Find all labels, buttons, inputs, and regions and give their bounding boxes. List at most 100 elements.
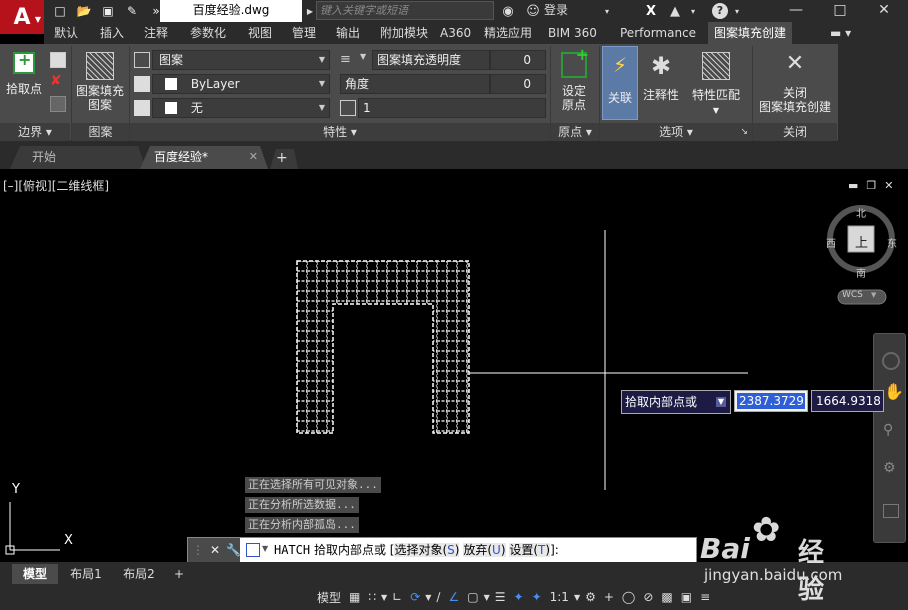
recent-commands-icon[interactable] xyxy=(246,543,260,557)
save-icon[interactable]: ▣ xyxy=(98,1,118,21)
option-select-objects[interactable]: 选择对象(S) xyxy=(394,543,460,557)
recreate-boundary-icon[interactable] xyxy=(50,96,66,112)
clean-screen-icon[interactable]: ▣ xyxy=(677,586,696,608)
annotation-monitor-icon[interactable]: + xyxy=(600,586,618,608)
maximize-button[interactable]: □ xyxy=(818,0,862,22)
object-snap-chevron-icon[interactable]: ▼ xyxy=(483,586,491,608)
set-origin-button[interactable]: + 设定 原点 xyxy=(554,47,594,112)
exchange-icon[interactable]: X xyxy=(640,0,662,22)
customize-wrench-icon[interactable]: 🔧 xyxy=(226,543,241,557)
doc-arrow-icon[interactable]: ▶ xyxy=(304,0,316,22)
layers-icon[interactable]: ≡ xyxy=(340,52,356,68)
snap-icon[interactable]: ∷ xyxy=(364,586,380,608)
orbit-icon[interactable]: ⚙ xyxy=(883,460,896,476)
viewport-restore-icon[interactable]: ❐ xyxy=(866,179,876,192)
select-boundary-icon[interactable] xyxy=(50,52,66,68)
workspace-gear-icon[interactable]: ⚙ xyxy=(581,586,600,608)
ribbon-tab[interactable]: 视图 xyxy=(242,22,278,44)
command-line[interactable]: ⋮ ✕ 🔧 ▼ HATCH 拾取内部点或 [选择对象(S) 放弃(U) 设置(T… xyxy=(187,537,697,563)
ribbon-tab[interactable]: 插入 xyxy=(94,22,130,44)
help-icon[interactable]: ? xyxy=(710,0,730,22)
ribbon-tab[interactable]: Performance xyxy=(614,22,702,44)
auto-scale-icon[interactable]: ✦ xyxy=(528,586,546,608)
application-menu-button[interactable]: A ▼ xyxy=(0,0,44,34)
pan-icon[interactable]: ✋ xyxy=(884,382,904,401)
units-icon[interactable]: ◯ xyxy=(618,586,639,608)
tab-layout1[interactable]: 布局1 xyxy=(60,564,112,584)
login-chevron-icon[interactable]: ▾ xyxy=(602,0,612,22)
minimize-button[interactable]: — xyxy=(774,0,818,22)
isolate-objects-icon[interactable]: ⊘ xyxy=(639,586,657,608)
annotation-scale[interactable]: 1:1 xyxy=(546,586,573,608)
hatch-color-dropdown[interactable]: ByLayer ▼ xyxy=(152,74,330,94)
viewport-close-icon[interactable]: ✕ xyxy=(884,179,893,192)
ribbon-tab[interactable]: 精选应用 xyxy=(478,22,538,44)
close-hatch-creation-button[interactable]: ✕ 关闭 图案填充创建 xyxy=(756,52,834,115)
match-properties-button[interactable]: 特性匹配 ▼ xyxy=(688,52,744,118)
associative-toggle[interactable]: ⚡ 关联 xyxy=(602,46,638,120)
grid-icon[interactable]: ▦ xyxy=(345,586,364,608)
compass-east[interactable]: 东 xyxy=(887,235,897,250)
new-file-icon[interactable]: □ xyxy=(50,1,70,21)
panel-title-boundary[interactable]: 边界 ▾ xyxy=(0,123,70,141)
a360-chevron-icon[interactable]: ▾ xyxy=(688,0,698,22)
grip-icon[interactable]: ⋮ xyxy=(192,543,204,557)
a360-icon[interactable]: ▲ xyxy=(664,0,686,22)
compass-south[interactable]: 南 xyxy=(856,265,866,280)
model-space-button[interactable]: 模型 xyxy=(313,586,345,608)
ribbon-tab[interactable]: 管理 xyxy=(286,22,322,44)
dynamic-input-x-field[interactable]: 2387.3729 xyxy=(734,390,808,412)
close-window-button[interactable]: ✕ xyxy=(862,0,906,22)
polar-tracking-icon[interactable]: ⟳ xyxy=(406,586,424,608)
hatch-u-shape[interactable] xyxy=(296,260,470,434)
hardware-acceleration-icon[interactable]: ▩ xyxy=(657,586,676,608)
ribbon-tab[interactable]: 默认 xyxy=(48,22,84,44)
showmotion-icon[interactable] xyxy=(883,504,899,518)
ribbon-minimize-icon[interactable]: ▬ ▾ xyxy=(824,22,857,44)
ribbon-tab[interactable]: 附加模块 xyxy=(374,22,434,44)
panel-title-options[interactable]: 选项 ▾ ↘ xyxy=(600,123,752,141)
user-icon[interactable]: ☺ xyxy=(524,0,542,22)
annotation-visibility-icon[interactable]: ✦ xyxy=(510,586,528,608)
panel-title-origin[interactable]: 原点 ▾ xyxy=(551,123,599,141)
remove-boundary-icon[interactable]: ✘ xyxy=(50,74,66,90)
compass-west[interactable]: 西 xyxy=(826,235,836,250)
lineweight-icon[interactable]: ☰ xyxy=(491,586,510,608)
ortho-icon[interactable]: ∟ xyxy=(388,586,406,608)
option-settings[interactable]: 设置(T) xyxy=(509,543,551,557)
add-layout-button[interactable]: + xyxy=(168,564,190,584)
customize-icon[interactable]: ≡ xyxy=(696,586,714,608)
pick-points-button[interactable]: + 拾取点 xyxy=(4,52,44,97)
ribbon-tab[interactable]: 参数化 xyxy=(184,22,232,44)
background-color-dropdown[interactable]: 无 ▼ xyxy=(152,98,330,118)
viewport-controls-label[interactable]: [–][俯视][二维线框] xyxy=(3,177,109,194)
binoculars-icon[interactable]: ◉ xyxy=(498,0,518,22)
ribbon-tab[interactable]: BIM 360 xyxy=(542,22,603,44)
ribbon-tab[interactable]: A360 xyxy=(434,22,477,44)
steering-wheel-icon[interactable] xyxy=(882,352,900,370)
save-as-icon[interactable]: ✎ xyxy=(122,1,142,21)
zoom-extents-icon[interactable]: ⚲ xyxy=(883,422,893,438)
tab-model[interactable]: 模型 xyxy=(12,564,58,584)
close-tab-icon[interactable]: ✕ xyxy=(249,145,258,169)
open-file-icon[interactable]: 📂 xyxy=(74,1,94,21)
ribbon-tab[interactable]: 输出 xyxy=(330,22,366,44)
panel-title-properties[interactable]: 特性 ▾ xyxy=(130,123,550,141)
transparency-input[interactable]: 0 xyxy=(490,50,546,70)
option-undo[interactable]: 放弃(U) xyxy=(463,543,506,557)
scale-chevron-icon[interactable]: ▼ xyxy=(573,586,581,608)
hatch-pattern-button[interactable]: 图案填充 图案 xyxy=(73,52,127,112)
isometric-icon[interactable]: ∕ xyxy=(432,586,444,608)
options-dropdown-icon[interactable]: ▼ xyxy=(716,397,726,407)
dynamic-input-y-field[interactable]: 1664.9318 xyxy=(811,390,884,412)
ribbon-tab[interactable]: 图案填充创建 xyxy=(708,22,793,44)
tab-start[interactable]: 开始 xyxy=(18,145,128,169)
ribbon-tab[interactable]: 注释 xyxy=(138,22,174,44)
help-chevron-icon[interactable]: ▾ xyxy=(732,0,742,22)
object-snap-tracking-icon[interactable]: ∠ xyxy=(444,586,463,608)
compass-north[interactable]: 北 xyxy=(856,205,866,220)
recent-commands-chevron-icon[interactable]: ▼ xyxy=(262,544,268,553)
polar-chevron-icon[interactable]: ▼ xyxy=(424,586,432,608)
close-command-line-icon[interactable]: ✕ xyxy=(210,543,220,557)
annotative-toggle[interactable]: ✱ 注释性 xyxy=(641,52,681,102)
